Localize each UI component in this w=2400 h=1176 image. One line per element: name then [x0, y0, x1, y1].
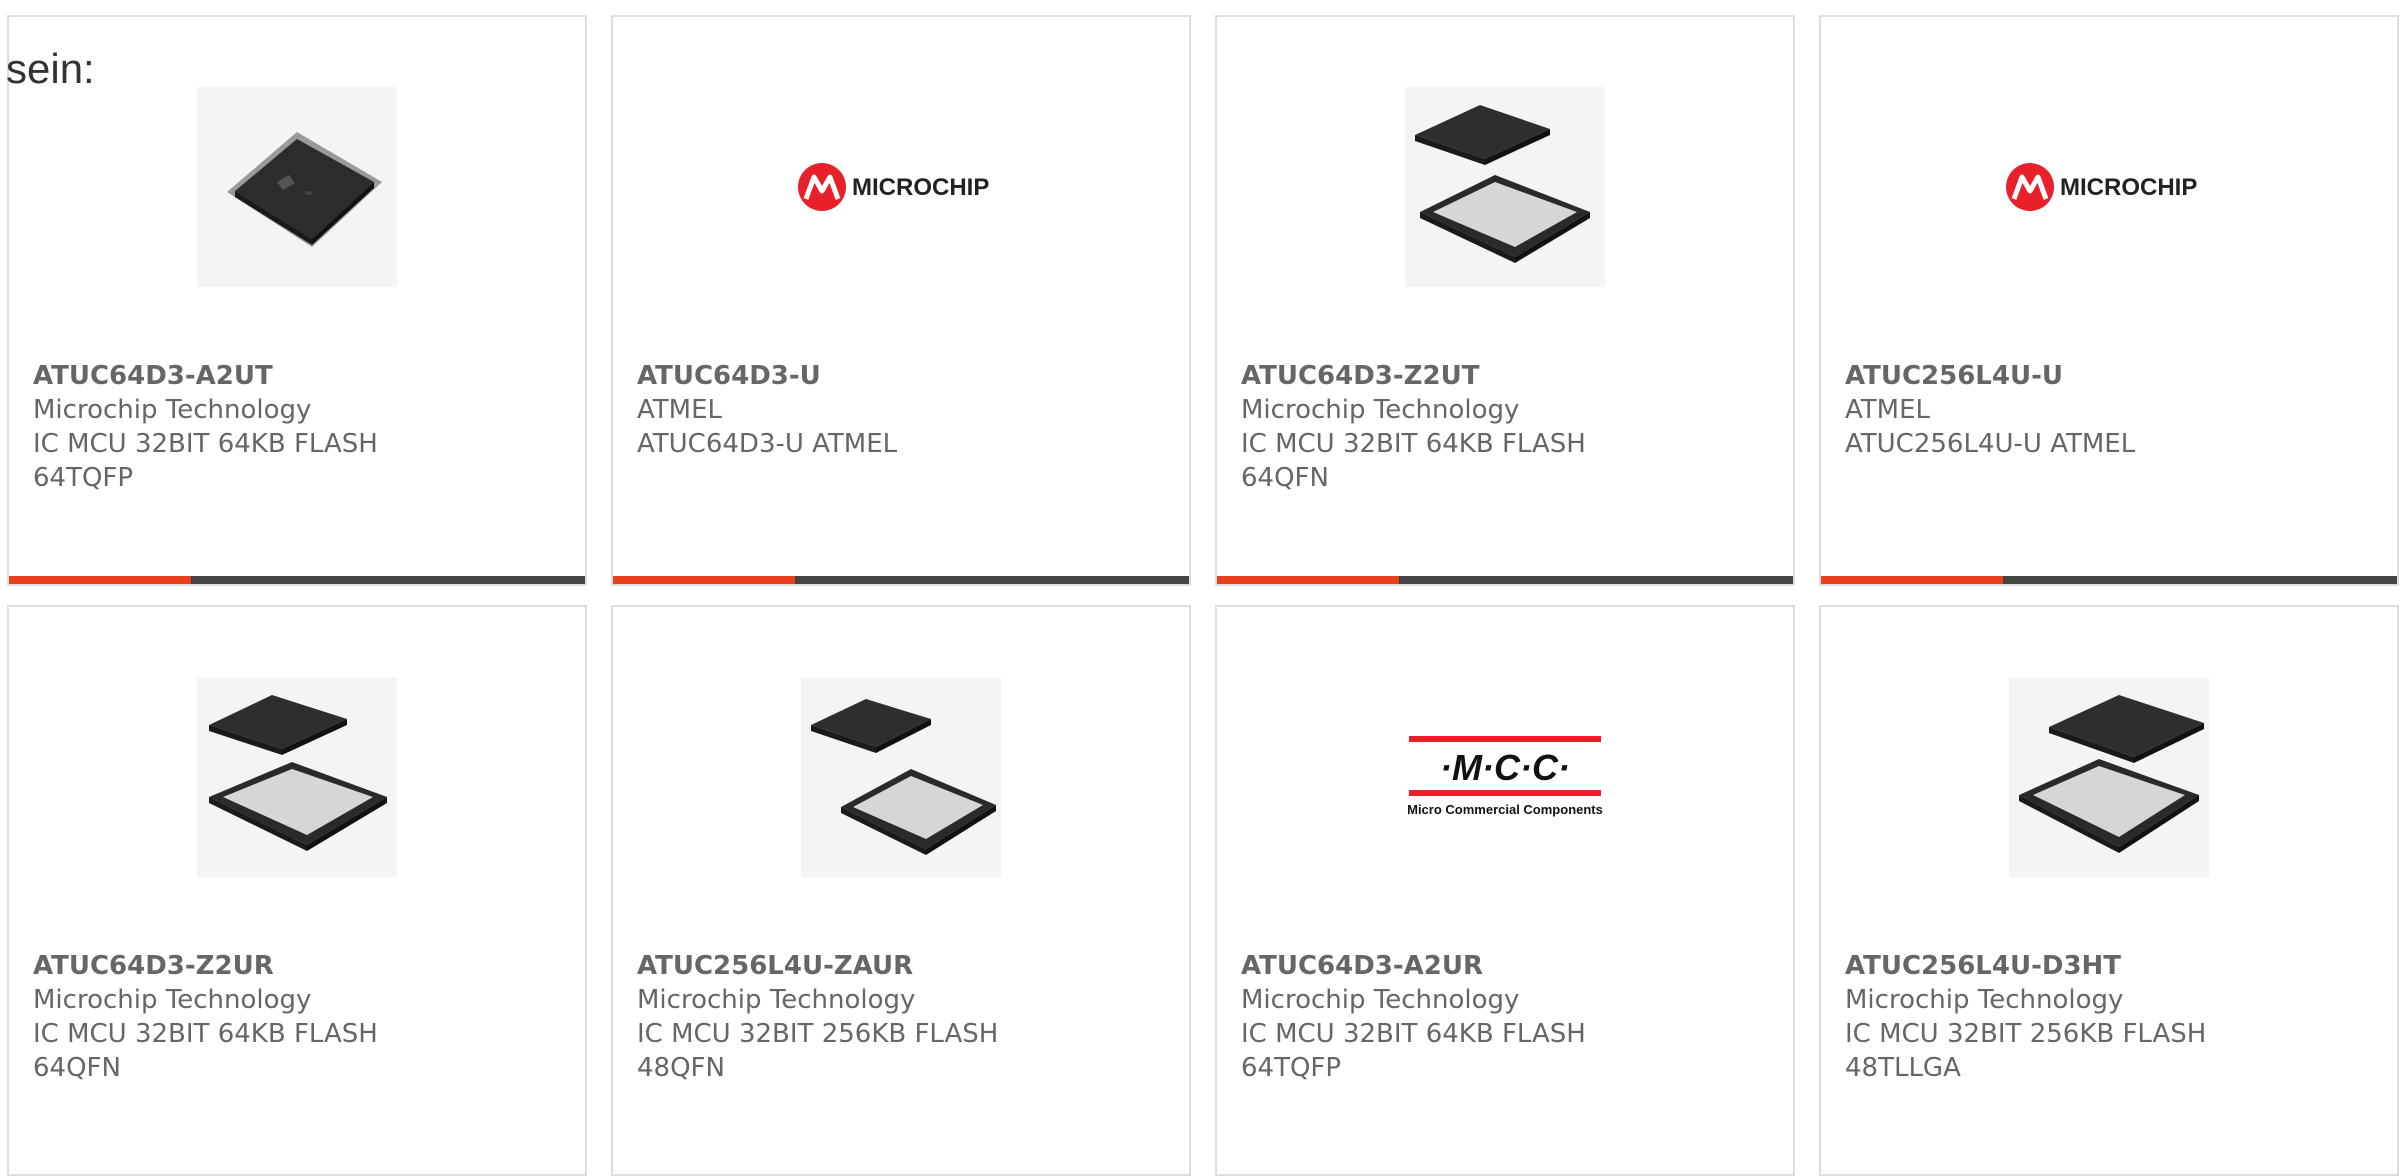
- intro-text: sein:: [6, 45, 95, 92]
- product-card[interactable]: ATUC256L4U-ZAUR Microchip Technology IC …: [611, 605, 1191, 1176]
- description-line-2: 64QFN: [33, 1053, 121, 1083]
- product-info: ATUC256L4U-D3HT Microchip Technology IC …: [1845, 949, 2387, 1085]
- description-line-1: IC MCU 32BIT 64KB FLASH: [33, 1019, 378, 1049]
- microchip-logo-icon: MICROCHIP: [2006, 163, 2197, 211]
- product-info: ATUC64D3-Z2UT Microchip Technology IC MC…: [1241, 359, 1783, 495]
- product-card[interactable]: MICROCHIP ATUC256L4U-U ATMEL ATUC256L4U-…: [1819, 15, 2399, 586]
- qfn-chip-icon: [197, 677, 397, 877]
- description-line-1: IC MCU 32BIT 64KB FLASH: [1241, 1019, 1586, 1049]
- description-line-2: 64TQFP: [33, 463, 134, 493]
- description-line-1: IC MCU 32BIT 256KB FLASH: [637, 1019, 999, 1049]
- product-card[interactable]: ATUC256L4U-D3HT Microchip Technology IC …: [1819, 605, 2399, 1176]
- product-image[interactable]: ·M·C·C· Micro Commercial Components: [1217, 672, 1793, 882]
- part-number[interactable]: ATUC256L4U-ZAUR: [637, 949, 1179, 983]
- part-number[interactable]: ATUC64D3-Z2UR: [33, 949, 575, 983]
- product-info: ATUC256L4U-U ATMEL ATUC256L4U-U ATMEL: [1845, 359, 2387, 461]
- part-number[interactable]: ATUC64D3-Z2UT: [1241, 359, 1783, 393]
- description-line-2: 48QFN: [637, 1053, 725, 1083]
- part-number[interactable]: ATUC64D3-A2UT: [33, 359, 575, 393]
- microchip-logo-icon: MICROCHIP: [798, 163, 989, 211]
- card-bottom-bar: [9, 576, 585, 584]
- logo-subtext: Micro Commercial Components: [1407, 802, 1603, 817]
- manufacturer: ATMEL: [637, 395, 722, 425]
- manufacturer: ATMEL: [1845, 395, 1930, 425]
- qfn-chip-icon: [801, 677, 1001, 877]
- description-line-1: ATUC256L4U-U ATMEL: [1845, 429, 2136, 459]
- product-info: ATUC256L4U-ZAUR Microchip Technology IC …: [637, 949, 1179, 1085]
- manufacturer: Microchip Technology: [33, 395, 312, 425]
- product-card[interactable]: ATUC64D3-A2UT Microchip Technology IC MC…: [7, 15, 587, 586]
- product-image[interactable]: [613, 672, 1189, 882]
- tqfp-chip-icon: [197, 87, 397, 287]
- card-accent-bar: [613, 576, 795, 584]
- part-number[interactable]: ATUC64D3-U: [637, 359, 1179, 393]
- description-line-1: IC MCU 32BIT 64KB FLASH: [1241, 429, 1586, 459]
- manufacturer: Microchip Technology: [637, 985, 916, 1015]
- manufacturer: Microchip Technology: [33, 985, 312, 1015]
- card-bottom-bar: [1217, 576, 1793, 584]
- card-bottom-bar: [1821, 576, 2397, 584]
- product-image[interactable]: [9, 82, 585, 292]
- manufacturer: Microchip Technology: [1845, 985, 2124, 1015]
- product-grid: ATUC64D3-A2UT Microchip Technology IC MC…: [7, 15, 2399, 1176]
- qfn-chip-icon: [1405, 87, 1605, 287]
- product-info: ATUC64D3-A2UT Microchip Technology IC MC…: [33, 359, 575, 495]
- description-line-2: 48TLLGA: [1845, 1053, 1961, 1083]
- product-card[interactable]: MICROCHIP ATUC64D3-U ATMEL ATUC64D3-U AT…: [611, 15, 1191, 586]
- product-info: ATUC64D3-Z2UR Microchip Technology IC MC…: [33, 949, 575, 1085]
- qfn-chip-icon: [2009, 677, 2209, 877]
- part-number[interactable]: ATUC64D3-A2UR: [1241, 949, 1783, 983]
- product-info: ATUC64D3-A2UR Microchip Technology IC MC…: [1241, 949, 1783, 1085]
- logo-text: MICROCHIP: [2060, 174, 2197, 201]
- product-image[interactable]: [1821, 672, 2397, 882]
- part-number[interactable]: ATUC256L4U-U: [1845, 359, 2387, 393]
- card-accent-bar: [9, 576, 191, 584]
- product-image[interactable]: [1217, 82, 1793, 292]
- product-card[interactable]: ATUC64D3-Z2UT Microchip Technology IC MC…: [1215, 15, 1795, 586]
- product-card[interactable]: ATUC64D3-Z2UR Microchip Technology IC MC…: [7, 605, 587, 1176]
- description-line-2: 64QFN: [1241, 463, 1329, 493]
- manufacturer: Microchip Technology: [1241, 985, 1520, 1015]
- product-image[interactable]: [9, 672, 585, 882]
- description-line-1: ATUC64D3-U ATMEL: [637, 429, 898, 459]
- card-bottom-bar: [613, 576, 1189, 584]
- card-accent-bar: [1217, 576, 1399, 584]
- logo-text: ·M·C·C·: [1440, 747, 1570, 788]
- description-line-2: 64TQFP: [1241, 1053, 1342, 1083]
- product-info: ATUC64D3-U ATMEL ATUC64D3-U ATMEL: [637, 359, 1179, 461]
- card-accent-bar: [1821, 576, 2003, 584]
- product-image[interactable]: MICROCHIP: [613, 82, 1189, 292]
- product-card[interactable]: ·M·C·C· Micro Commercial Components ATUC…: [1215, 605, 1795, 1176]
- mcc-logo-icon: ·M·C·C· Micro Commercial Components: [1407, 736, 1603, 817]
- manufacturer: Microchip Technology: [1241, 395, 1520, 425]
- description-line-1: IC MCU 32BIT 64KB FLASH: [33, 429, 378, 459]
- logo-text: MICROCHIP: [852, 174, 989, 201]
- part-number[interactable]: ATUC256L4U-D3HT: [1845, 949, 2387, 983]
- product-image[interactable]: MICROCHIP: [1821, 82, 2397, 292]
- description-line-1: IC MCU 32BIT 256KB FLASH: [1845, 1019, 2207, 1049]
